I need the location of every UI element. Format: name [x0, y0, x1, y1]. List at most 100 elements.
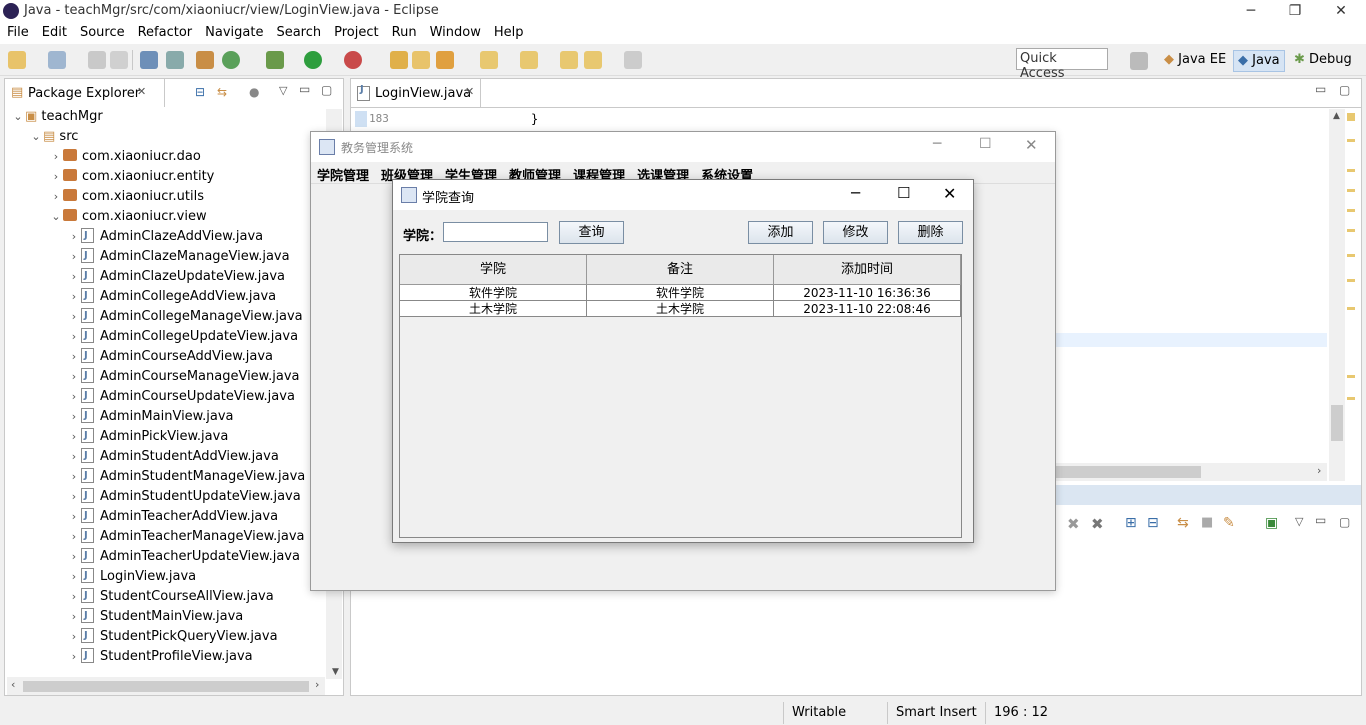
table-cell[interactable]: 土木学院	[400, 301, 587, 317]
scroll-right-icon[interactable]: ›	[1317, 464, 1321, 477]
save-all-icon[interactable]	[110, 51, 128, 69]
menu-source[interactable]: Source	[73, 22, 131, 40]
tree-java-file[interactable]: ›AdminClazeManageView.java	[67, 246, 290, 267]
maximize-view-icon[interactable]: ▢	[321, 83, 332, 97]
open-console-icon[interactable]: ▣	[1265, 515, 1278, 531]
link-icon[interactable]: ⇆	[1177, 515, 1189, 531]
tree-java-file[interactable]: ›AdminTeacherUpdateView.java	[67, 546, 300, 567]
tree-java-file[interactable]: ›LoginView.java	[67, 566, 196, 587]
tree-java-file[interactable]: ›AdminTeacherManageView.java	[67, 526, 305, 547]
tree-java-file[interactable]: ›StudentPickQueryView.java	[67, 626, 278, 647]
delete-button[interactable]: 删除	[898, 221, 963, 244]
chevron-down-icon[interactable]: ▽	[279, 84, 287, 97]
tree-java-file[interactable]: ›AdminClazeUpdateView.java	[67, 266, 285, 287]
chevron-down-icon[interactable]: ▽	[1295, 515, 1303, 528]
tree-java-file[interactable]: ›StudentCourseAllView.java	[67, 586, 274, 607]
quick-access-input[interactable]: Quick Access	[1016, 48, 1108, 81]
menu-project[interactable]: Project	[327, 22, 384, 40]
tree-project[interactable]: ⌄ ▣ teachMgr	[11, 107, 102, 127]
tree-java-file[interactable]: ›AdminCourseManageView.java	[67, 366, 300, 387]
open-folder-icon[interactable]	[412, 51, 430, 69]
tree-java-file[interactable]: ›AdminMainView.java	[67, 406, 234, 427]
scroll-down-icon[interactable]: ▼	[332, 667, 339, 677]
maximize-view-icon[interactable]: ▢	[1339, 515, 1350, 529]
view-menu-icon[interactable]: ●	[249, 85, 259, 99]
forward-arrow-icon[interactable]	[624, 51, 642, 69]
column-header-added-time[interactable]: 添加时间	[774, 255, 961, 285]
scroll-left-icon[interactable]: ‹	[11, 678, 15, 691]
menu-navigate[interactable]: Navigate	[198, 22, 269, 40]
column-header-remark[interactable]: 备注	[587, 255, 774, 285]
scroll-up-icon[interactable]: ▲	[1333, 111, 1340, 121]
save-icon[interactable]	[88, 51, 106, 69]
tree-java-file[interactable]: ›AdminStudentAddView.java	[67, 446, 279, 467]
menu-edit[interactable]: Edit	[35, 22, 73, 40]
editor-vscroll[interactable]: ▲	[1329, 109, 1345, 481]
link-editor-icon[interactable]: ⇆	[217, 85, 227, 99]
scroll-right-icon[interactable]: ›	[315, 678, 319, 691]
debug-icon[interactable]	[266, 51, 284, 69]
prev-annotation-icon[interactable]	[520, 51, 538, 69]
edit-button[interactable]: 修改	[823, 221, 888, 244]
app-minimize-button[interactable]: ─	[933, 136, 941, 152]
collapse-icon[interactable]: ⊟	[1147, 515, 1159, 531]
next-annotation-icon[interactable]	[480, 51, 498, 69]
minimize-view-icon[interactable]: ▭	[299, 82, 310, 96]
tree-package[interactable]: › com.xiaoniucr.dao	[49, 147, 201, 167]
table-cell[interactable]: 2023-11-10 16:36:36	[774, 285, 961, 301]
package-explorer-hscroll[interactable]: ‹ ›	[7, 677, 325, 695]
dialog-maximize-button[interactable]: ☐	[897, 184, 910, 202]
query-button[interactable]: 查询	[559, 221, 624, 244]
menu-run[interactable]: Run	[385, 22, 423, 40]
tree-java-file[interactable]: ›AdminCourseAddView.java	[67, 346, 273, 367]
editor-hscroll[interactable]: ›	[1055, 463, 1327, 481]
skip-breakpoints-icon[interactable]	[166, 51, 184, 69]
run-icon[interactable]	[304, 51, 322, 69]
column-header-college[interactable]: 学院	[400, 255, 587, 285]
tree-java-file[interactable]: ›AdminCollegeUpdateView.java	[67, 326, 298, 347]
stop-icon[interactable]: ■	[1201, 515, 1213, 530]
menu-refactor[interactable]: Refactor	[131, 22, 199, 40]
refresh-icon[interactable]	[222, 51, 240, 69]
collapse-all-icon[interactable]: ⊟	[195, 85, 205, 99]
back-arrow-icon[interactable]	[584, 51, 602, 69]
vscroll-thumb[interactable]	[1331, 405, 1343, 441]
filter-icon[interactable]: ✎	[1223, 515, 1235, 531]
tree-java-file[interactable]: ›AdminCollegeAddView.java	[67, 286, 276, 307]
table-cell[interactable]: 2023-11-10 22:08:46	[774, 301, 961, 317]
tree-java-file[interactable]: ›AdminPickView.java	[67, 426, 229, 447]
remove-launch-icon[interactable]: ✖	[1067, 515, 1080, 533]
close-button[interactable]: ✕	[1318, 0, 1364, 22]
last-edit-icon[interactable]	[560, 51, 578, 69]
close-icon[interactable]: ✕	[137, 85, 146, 98]
tab-loginview-java[interactable]: LoginView.java ✕	[351, 79, 481, 107]
minimize-view-icon[interactable]: ▭	[1315, 513, 1326, 527]
tree-java-file[interactable]: ›AdminStudentUpdateView.java	[67, 486, 301, 507]
hscroll-thumb[interactable]	[1055, 466, 1201, 478]
tree-java-file[interactable]: ›AdminCourseUpdateView.java	[67, 386, 295, 407]
build-icon[interactable]	[196, 51, 214, 69]
tree-java-file[interactable]: ›StudentProfileView.java	[67, 646, 253, 667]
menu-help[interactable]: Help	[487, 22, 530, 40]
perspective-java[interactable]: ◆ Java	[1233, 50, 1285, 72]
menu-file[interactable]: File	[0, 22, 35, 40]
hscroll-thumb[interactable]	[23, 681, 309, 692]
dialog-minimize-button[interactable]: ─	[851, 184, 860, 202]
maximize-button[interactable]: ❐	[1272, 0, 1318, 22]
table-cell[interactable]: 土木学院	[587, 301, 774, 317]
add-button[interactable]: 添加	[748, 221, 813, 244]
table-cell[interactable]: 软件学院	[587, 285, 774, 301]
menu-search[interactable]: Search	[269, 22, 327, 40]
expand-icon[interactable]: ⊞	[1125, 515, 1137, 531]
table-cell[interactable]: 软件学院	[400, 285, 587, 301]
pencil-icon[interactable]	[436, 51, 454, 69]
tree-java-file[interactable]: ›AdminCollegeManageView.java	[67, 306, 303, 327]
tree-java-file[interactable]: ›AdminStudentManageView.java	[67, 466, 305, 487]
menu-college[interactable]: 学院管理	[311, 162, 375, 184]
perspective-debug[interactable]: ✱ Debug	[1290, 50, 1356, 72]
minimize-view-icon[interactable]: ▭	[1315, 82, 1326, 96]
tree-package[interactable]: ⌄ com.xiaoniucr.view	[49, 207, 207, 227]
tree-package[interactable]: › com.xiaoniucr.utils	[49, 187, 204, 207]
maximize-view-icon[interactable]: ▢	[1339, 83, 1350, 97]
remove-all-icon[interactable]: ✖	[1091, 515, 1104, 533]
